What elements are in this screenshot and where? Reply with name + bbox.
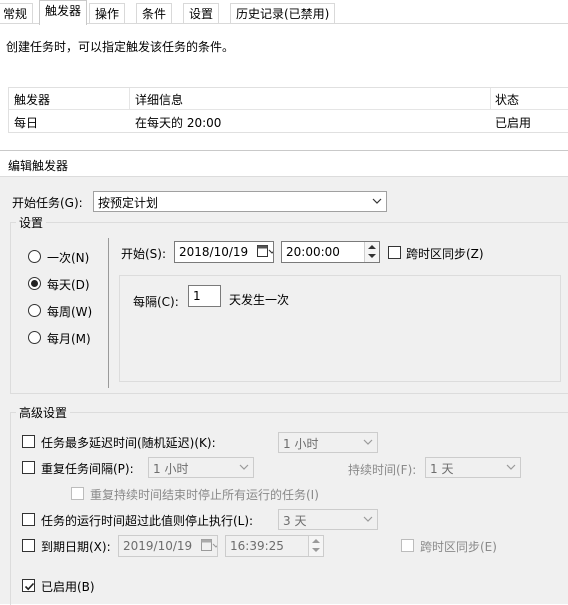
stop-all-checkbox[interactable] (71, 487, 84, 500)
column-header-details[interactable]: 详细信息 (135, 91, 183, 108)
start-date-picker[interactable]: 2018/10/19 (174, 241, 274, 263)
expire-sync-checkbox[interactable] (401, 539, 414, 552)
chevron-down-icon (363, 436, 373, 448)
tab-label: 触发器 (45, 4, 82, 18)
repeat-interval-value: 1 小时 (153, 462, 189, 476)
radio-daily[interactable] (28, 277, 41, 290)
begin-task-value: 按预定计划 (98, 196, 159, 210)
repeat-interval-select[interactable]: 1 小时 (148, 457, 254, 478)
settings-group-title: 设置 (16, 214, 47, 231)
spin-down-icon (368, 254, 376, 258)
dialog-title: 编辑触发器 (8, 159, 69, 173)
duration-label: 持续时间(F): (348, 463, 417, 477)
start-time-input[interactable]: 20:00:00 (281, 241, 380, 263)
trigger-list-header: 触发器 详细信息 状态 (9, 88, 568, 110)
sync-timezone-label: 跨时区同步(Z) (406, 247, 484, 261)
calendar-icon (201, 538, 217, 552)
radio-weekly-label: 每周(W) (47, 305, 93, 319)
radio-monthly[interactable] (28, 331, 41, 344)
chevron-down-icon (372, 195, 382, 207)
start-time-spinner[interactable] (364, 242, 379, 262)
repeat-label: 重复任务间隔(P): (41, 462, 134, 476)
expire-time-value: 16:39:25 (230, 539, 284, 553)
tab-triggers[interactable]: 触发器 (39, 0, 88, 25)
delay-label: 任务最多延迟时间(随机延迟)(K): (41, 436, 216, 450)
checkmark-icon (24, 582, 35, 591)
radio-monthly-label: 每月(M) (47, 332, 91, 346)
spin-up-icon (312, 539, 320, 543)
edit-trigger-dialog: 编辑触发器 开始任务(G): 按预定计划 设置 一次(N) 每天(D) 每周(W… (0, 150, 568, 605)
radio-once-label: 一次(N) (47, 251, 90, 265)
recurrence-panel (119, 275, 561, 382)
tab-general[interactable]: 常规 (0, 3, 34, 24)
delay-checkbox[interactable] (22, 435, 35, 448)
stop-all-label: 重复持续时间结束时停止所有运行的任务(I) (90, 488, 319, 502)
expire-sync-label: 跨时区同步(E) (420, 540, 497, 554)
expire-checkbox[interactable] (22, 539, 35, 552)
tab-actions[interactable]: 操作 (89, 3, 126, 24)
tab-label: 操作 (95, 7, 120, 21)
duration-value: 1 天 (430, 462, 454, 476)
row-status: 已启用 (495, 116, 532, 130)
radio-daily-label: 每天(D) (47, 278, 90, 292)
spin-down-icon (312, 548, 320, 552)
spin-up-icon (368, 245, 376, 249)
radio-weekly[interactable] (28, 304, 41, 317)
table-row[interactable]: 每日 在每天的 20:00 已启用 (9, 111, 568, 133)
expire-time-input[interactable]: 16:39:25 (225, 535, 324, 557)
sync-timezone-checkbox[interactable] (388, 246, 401, 259)
row-details: 在每天的 20:00 (135, 116, 222, 130)
vertical-divider (108, 238, 109, 388)
start-time-value: 20:00:00 (286, 245, 340, 259)
stop-long-checkbox[interactable] (22, 513, 35, 526)
column-header-status[interactable]: 状态 (495, 91, 519, 108)
calendar-icon (257, 244, 273, 258)
expire-date-value: 2019/10/19 (123, 539, 193, 553)
chevron-down-icon (239, 461, 249, 473)
delay-select[interactable]: 1 小时 (278, 432, 378, 453)
recur-suffix: 天发生一次 (229, 293, 290, 307)
repeat-checkbox[interactable] (22, 461, 35, 474)
tab-label: 常规 (3, 7, 28, 21)
radio-once[interactable] (28, 250, 41, 263)
recur-label: 每隔(C): (133, 295, 179, 309)
stop-long-label: 任务的运行时间超过此值则停止执行(L): (41, 514, 254, 528)
enabled-checkbox[interactable] (22, 579, 35, 592)
chevron-down-icon (506, 461, 516, 473)
column-separator (129, 88, 130, 110)
row-trigger: 每日 (14, 116, 39, 130)
advanced-settings-title: 高级设置 (16, 404, 71, 421)
start-label: 开始(S): (121, 247, 167, 261)
tab-label: 条件 (142, 7, 167, 21)
expire-date-picker[interactable]: 2019/10/19 (118, 535, 218, 557)
start-date-value: 2018/10/19 (179, 245, 249, 259)
expire-time-spinner[interactable] (308, 536, 323, 556)
begin-task-select[interactable]: 按预定计划 (93, 191, 387, 212)
delay-value: 1 小时 (283, 437, 319, 451)
tab-label: 设置 (189, 7, 214, 21)
tab-conditions[interactable]: 条件 (136, 3, 173, 24)
column-header-trigger[interactable]: 触发器 (14, 91, 50, 108)
tab-settings[interactable]: 设置 (183, 3, 220, 24)
chevron-down-icon (363, 513, 373, 525)
tab-bar: 常规 触发器 操作 条件 设置 历史记录(已禁用) (0, 0, 568, 25)
triggers-description: 创建任务时，可以指定触发该任务的条件。 (6, 40, 235, 54)
tab-history[interactable]: 历史记录(已禁用) (230, 3, 336, 24)
tab-label: 历史记录(已禁用) (236, 7, 330, 21)
begin-task-label: 开始任务(G): (12, 196, 83, 210)
recur-days-value: 1 (193, 289, 201, 303)
trigger-list: 触发器 详细信息 状态 每日 在每天的 20:00 已启用 (8, 87, 568, 133)
duration-select[interactable]: 1 天 (425, 457, 521, 478)
expire-label: 到期日期(X): (41, 540, 111, 554)
recur-days-input[interactable]: 1 (188, 285, 221, 307)
stop-long-select[interactable]: 3 天 (278, 509, 378, 530)
column-separator (490, 88, 491, 110)
stop-long-value: 3 天 (283, 514, 307, 528)
dialog-titlebar: 编辑触发器 (0, 151, 568, 177)
enabled-label: 已启用(B) (41, 580, 95, 594)
